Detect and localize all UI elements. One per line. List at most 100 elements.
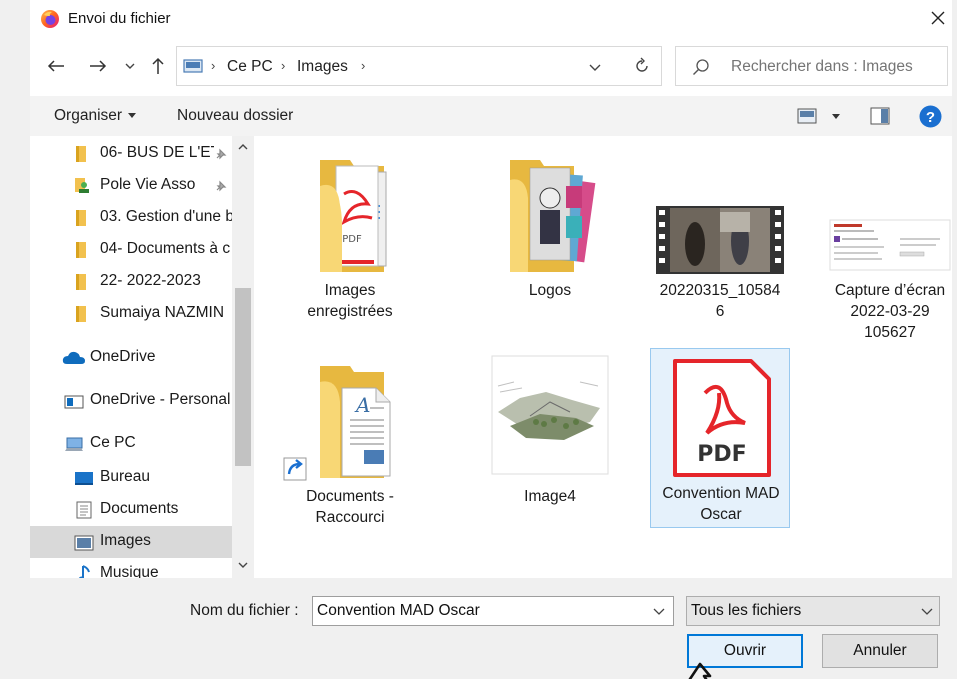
filename-field[interactable]	[312, 596, 674, 626]
breadcrumb-ce-pc[interactable]: Ce PC	[227, 58, 273, 76]
nav-item-gestion[interactable]: 03. Gestion d'une b	[30, 202, 232, 234]
nav-item-bureau[interactable]: Bureau	[30, 462, 232, 494]
nav-item-images[interactable]: Images	[30, 526, 232, 558]
file-name-line: Documents -	[306, 488, 394, 505]
file-item-logos[interactable]: Logos	[480, 146, 620, 336]
caret-down-icon[interactable]	[128, 113, 136, 118]
nav-item-ce-pc[interactable]: Ce PC	[30, 428, 232, 460]
pin-icon	[216, 148, 227, 160]
svg-text:?: ?	[926, 109, 935, 126]
file-name-line: Convention MAD	[662, 485, 780, 502]
file-item-convention-mad-oscar[interactable]: PDF Convention MAD Oscar	[650, 348, 790, 528]
preview-pane-icon[interactable]	[870, 107, 890, 125]
folder-shortcut-icon: A	[283, 366, 391, 481]
arrow-left-icon	[47, 60, 64, 72]
dialog-footer: Nom du fichier : Tous les fichiers Ouvri…	[30, 578, 952, 679]
new-folder-button[interactable]: Nouveau dossier	[177, 107, 293, 125]
file-name-line: Images	[324, 282, 376, 299]
back-button[interactable]	[44, 54, 68, 78]
view-options-icon[interactable]	[797, 108, 817, 124]
up-button[interactable]	[146, 54, 170, 78]
chevron-down-icon[interactable]	[651, 603, 667, 619]
scroll-up-icon[interactable]	[236, 140, 250, 154]
search-input[interactable]	[731, 58, 941, 76]
nav-item-sumaiya[interactable]: Sumaiya NAZMIN	[30, 298, 232, 330]
file-upload-dialog: Envoi du fichier › Ce PC › Images › Rech…	[30, 0, 952, 679]
refresh-icon	[635, 57, 648, 72]
navigation-pane[interactable]: 06- BUS DE L'ET Pole Vie Asso 03. Gestio…	[30, 136, 262, 578]
address-history-chevron-icon[interactable]	[585, 57, 605, 77]
folder-icon	[76, 210, 86, 226]
search-icon	[693, 59, 709, 75]
music-icon	[78, 565, 90, 578]
pin-icon	[216, 180, 227, 192]
refresh-button[interactable]	[622, 46, 662, 86]
forward-button[interactable]	[86, 54, 110, 78]
breadcrumb-separator: ›	[211, 58, 216, 73]
close-icon[interactable]	[926, 6, 950, 30]
chevron-down-icon	[125, 63, 135, 69]
folder-icon	[76, 242, 86, 258]
file-name-line: 20220315_10584	[659, 282, 781, 299]
file-name-line: 2022-03-29	[850, 303, 930, 320]
scroll-down-icon[interactable]	[236, 558, 250, 572]
nav-scrollbar[interactable]	[232, 136, 254, 578]
video-thumbnail	[656, 206, 784, 274]
command-bar: Organiser Nouveau dossier ?	[30, 96, 952, 136]
file-name-line: Raccourci	[315, 509, 385, 526]
nav-item-bus[interactable]: 06- BUS DE L'ET	[30, 138, 232, 170]
file-item-documents-raccourci[interactable]: A Documents - Raccourci	[280, 352, 420, 532]
screenshot-thumbnail	[829, 219, 951, 271]
breadcrumb-separator[interactable]: ›	[361, 58, 365, 73]
folder-icon	[76, 274, 86, 290]
folder-user-icon	[75, 178, 89, 193]
caret-down-icon[interactable]	[832, 114, 840, 119]
help-icon[interactable]: ?	[919, 105, 942, 128]
file-name-line: 6	[715, 303, 725, 320]
window-title: Envoi du fichier	[68, 10, 171, 27]
onedrive-cloud-icon	[62, 351, 85, 364]
breadcrumb-separator: ›	[281, 58, 286, 73]
breadcrumb-images[interactable]: Images	[297, 58, 348, 76]
filetype-value: Tous les fichiers	[691, 602, 802, 619]
nav-item-2022-2023[interactable]: 22- 2022-2023	[30, 266, 232, 298]
filename-input[interactable]	[317, 602, 647, 620]
search-box[interactable]	[675, 46, 948, 86]
nav-item-documents[interactable]: Documents	[30, 494, 232, 526]
folder-pdf-icon: PDF	[320, 160, 387, 272]
file-item-video[interactable]: 20220315_10584 6	[650, 146, 790, 336]
address-bar[interactable]: › Ce PC › Images ›	[176, 46, 642, 86]
computer-icon	[65, 437, 83, 451]
arrow-right-icon	[90, 60, 107, 72]
nav-item-onedrive[interactable]: OneDrive	[30, 342, 232, 374]
pictures-icon	[74, 535, 94, 551]
folder-icon	[76, 146, 86, 162]
arrow-up-icon	[152, 57, 164, 74]
recent-locations-button[interactable]	[118, 54, 142, 78]
file-item-capture[interactable]: Capture d’écran 2022-03-29 105627	[820, 146, 957, 346]
filetype-select[interactable]: Tous les fichiers	[686, 596, 940, 626]
nav-item-musique[interactable]: Musique	[30, 558, 232, 578]
mouse-pointer-icon	[688, 662, 712, 679]
scrollbar-thumb[interactable]	[235, 288, 251, 466]
file-item-images-enregistrees[interactable]: PDF Images enregistrées	[280, 146, 420, 336]
nav-item-pole-vie-asso[interactable]: Pole Vie Asso	[30, 170, 232, 202]
cancel-button[interactable]: Annuler	[822, 634, 938, 668]
folder-icon	[76, 306, 86, 322]
nav-item-onedrive-personal[interactable]: OneDrive - Personal	[30, 385, 232, 417]
firefox-logo-icon	[41, 10, 59, 28]
file-name-line: enregistrées	[307, 303, 393, 320]
file-name-line: 105627	[864, 324, 916, 341]
svg-text:A: A	[354, 393, 370, 417]
nav-item-documents-a[interactable]: 04- Documents à c	[30, 234, 232, 266]
pdf-icon: PDF	[673, 359, 771, 477]
chevron-down-icon	[921, 608, 933, 615]
file-list[interactable]: PDF Images enregistrées Logos 20220315_1…	[262, 136, 952, 578]
organize-menu-button[interactable]: Organiser	[54, 107, 122, 125]
file-item-image4[interactable]: Image4	[480, 352, 620, 532]
file-name-line: Logos	[528, 282, 572, 299]
documents-icon	[76, 501, 92, 519]
title-bar: Envoi du fichier	[30, 0, 952, 38]
filename-label: Nom du fichier :	[190, 602, 299, 619]
svg-text:PDF: PDF	[342, 234, 362, 245]
